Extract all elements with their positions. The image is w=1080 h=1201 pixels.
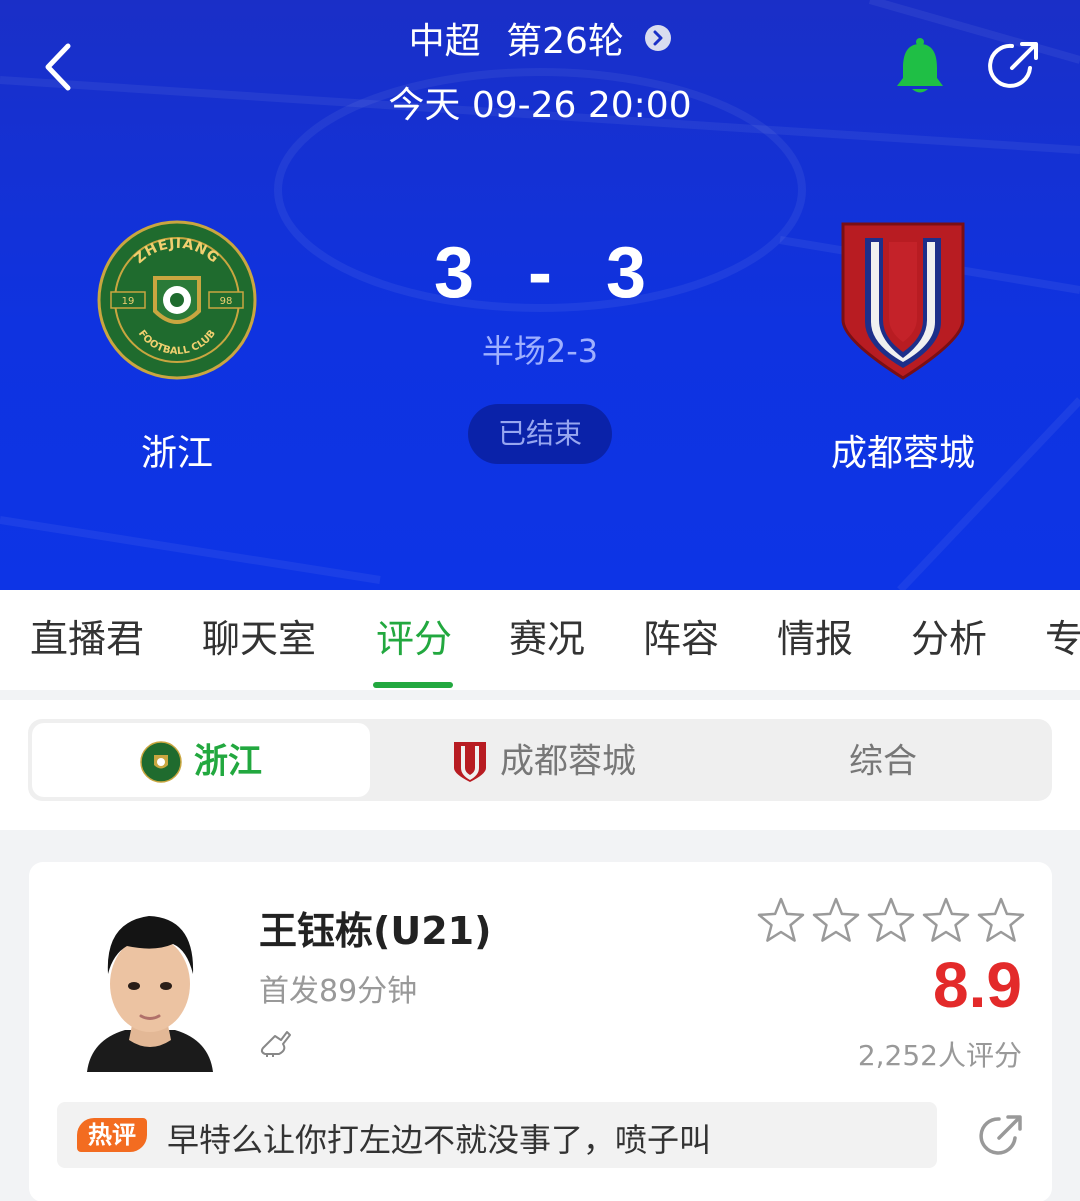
away-score: 3	[605, 233, 647, 313]
chengdu-mini-crest-icon	[454, 741, 486, 782]
tab-live[interactable]: 直播君	[30, 608, 144, 663]
player-minutes: 首发89分钟	[259, 974, 418, 1009]
tab-more[interactable]: 专	[1045, 608, 1080, 663]
match-header: 中超 第26轮 今天 09-26 20:00 ZHEJIANG FOOTBALL…	[0, 0, 1080, 590]
away-team[interactable]: 成都蓉城	[793, 220, 1013, 476]
switch-home-team[interactable]: 浙江	[32, 723, 370, 797]
hot-comment[interactable]: 热评 早特么让你打左边不就没事了，喷子叫	[57, 1102, 937, 1168]
star-icon[interactable]	[867, 896, 915, 944]
switch-away-label: 成都蓉城	[500, 741, 636, 782]
player-name: 王钰栋(U21)	[259, 909, 492, 953]
round-label: 第26轮	[506, 21, 624, 62]
tab-ratings[interactable]: 评分	[376, 608, 452, 663]
switch-combined[interactable]: 综合	[718, 723, 1048, 797]
tab-chatroom[interactable]: 聊天室	[202, 608, 316, 663]
league-name: 中超	[408, 21, 481, 62]
player-avatar[interactable]	[81, 888, 219, 1072]
tab-lineup[interactable]: 阵容	[643, 608, 719, 663]
score-separator: -	[528, 233, 552, 313]
tab-match-events[interactable]: 赛况	[509, 608, 585, 663]
hot-comment-badge: 热评	[77, 1118, 147, 1152]
chevron-right-icon[interactable]	[645, 25, 672, 51]
active-tab-indicator	[373, 682, 453, 688]
bell-icon[interactable]	[893, 36, 947, 96]
hot-comment-text: 早特么让你打左边不就没事了，喷子叫	[167, 1121, 712, 1159]
player-rating-score: 8.9	[933, 949, 1022, 1021]
share-icon[interactable]	[986, 38, 1042, 94]
home-team-name: 浙江	[140, 433, 213, 474]
chengdu-crest-icon	[841, 222, 965, 380]
star-icon[interactable]	[757, 896, 805, 944]
home-score: 3	[433, 233, 474, 313]
share-icon[interactable]	[977, 1112, 1025, 1160]
rating-count: 2,252人评分	[857, 1039, 1022, 1072]
star-icon[interactable]	[812, 896, 860, 944]
star-icon[interactable]	[922, 896, 970, 944]
team-switcher-section: 浙江 成都蓉城 综合	[0, 700, 1080, 830]
player-rating-card: 王钰栋(U21) 首发89分钟 8.9 2,252人评分 热评 早特么让你打左边…	[29, 862, 1052, 1201]
star-rating-input	[757, 896, 1027, 944]
zhejiang-mini-crest-icon	[140, 740, 182, 783]
match-status-badge: 已结束	[468, 404, 612, 464]
switch-combined-label: 综合	[849, 741, 917, 782]
team-switcher: 浙江 成都蓉城 综合	[28, 719, 1052, 801]
boot-icon	[260, 1031, 291, 1057]
switch-home-label: 浙江	[194, 741, 262, 782]
away-team-name: 成都蓉城	[830, 433, 975, 474]
star-icon[interactable]	[977, 896, 1025, 944]
crest-year-right: 98	[220, 296, 233, 307]
tab-analysis[interactable]: 分析	[911, 608, 987, 663]
switch-away-team[interactable]: 成都蓉城	[374, 723, 714, 797]
tab-bar: 直播君 聊天室 评分 赛况 阵容 情报 分析 专	[0, 590, 1080, 690]
scoreboard: 3-3	[400, 232, 680, 314]
crest-year-left: 19	[122, 296, 135, 307]
tab-intel[interactable]: 情报	[777, 608, 853, 663]
